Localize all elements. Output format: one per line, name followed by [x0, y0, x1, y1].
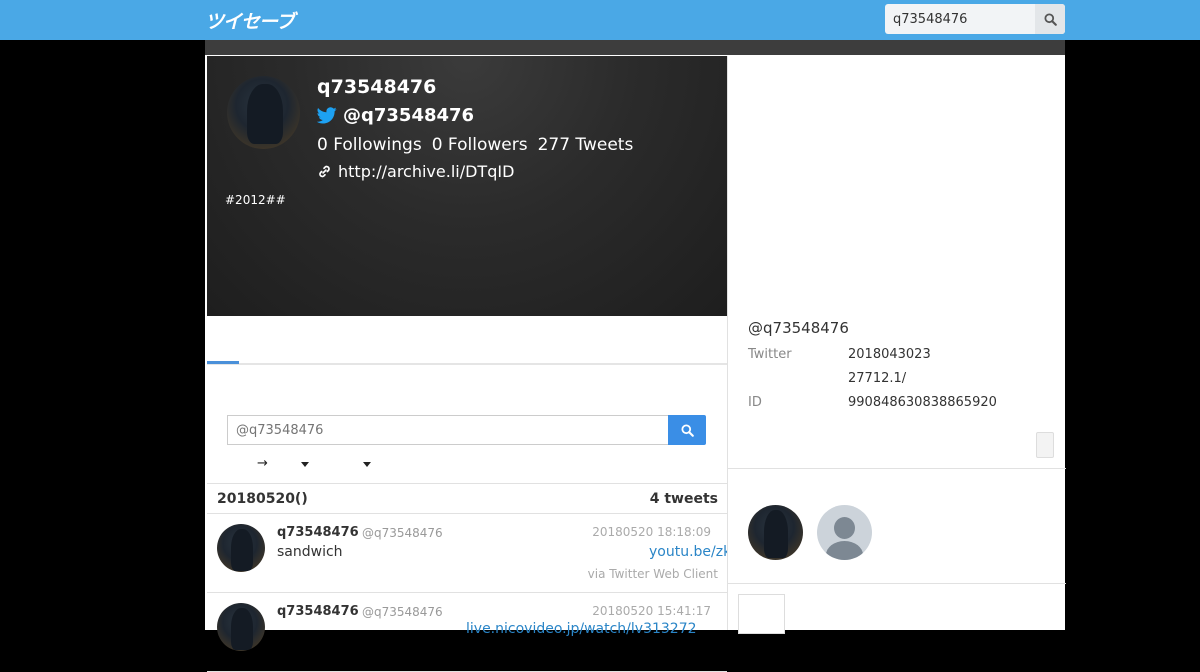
profile-link-row[interactable]: http://archive.li/DTqID: [317, 162, 514, 181]
tweet-author-name[interactable]: q73548476: [277, 604, 359, 619]
tweets-count[interactable]: 277 Tweets: [538, 135, 634, 155]
tweet-timestamp[interactable]: 20180520 18:18:09: [592, 525, 711, 539]
header-search-button[interactable]: [1035, 4, 1065, 34]
sidebar-value-registered: 2018043023: [848, 347, 931, 362]
default-user-avatar[interactable]: [817, 505, 872, 560]
profile-handle-row[interactable]: @q73548476: [317, 105, 474, 126]
profile-name: q73548476: [317, 76, 437, 98]
sidebar-divider: [728, 583, 1066, 584]
timeline-controls: →: [257, 456, 457, 472]
tweet-item[interactable]: q73548476 @q73548476 20180520 18:18:09 s…: [207, 514, 727, 593]
twitter-bird-icon: [317, 107, 337, 124]
timeline-search-button[interactable]: [668, 415, 706, 445]
profile-link: http://archive.li/DTqID: [338, 162, 515, 181]
search-icon: [680, 423, 694, 437]
caret-down-icon[interactable]: [301, 462, 309, 467]
sidebar-label-id: ID: [748, 395, 762, 410]
tweet-link[interactable]: youtu.be/zk: [649, 544, 727, 560]
sort-arrow-button[interactable]: →: [257, 456, 268, 471]
sidebar-small-button[interactable]: [1036, 432, 1054, 458]
sidebar-handle: @q73548476: [748, 319, 849, 337]
tweet-avatar[interactable]: [217, 603, 265, 651]
caret-down-icon[interactable]: [363, 462, 371, 467]
tweet-item[interactable]: q73548476 @q73548476 20180520 15:41:17 l…: [207, 593, 727, 672]
tweet-avatar[interactable]: [217, 524, 265, 572]
profile-sidebar: @q73548476 Twitter 2018043023 27712.1/ I…: [727, 56, 1066, 634]
day-tweet-count: 4 tweets: [649, 491, 718, 507]
profile-handle: @q73548476: [343, 105, 475, 126]
nav-bar: [205, 40, 1065, 55]
header-search-input[interactable]: [885, 4, 1035, 34]
search-icon: [1043, 12, 1057, 26]
related-user-avatar[interactable]: [748, 505, 803, 560]
day-title: 20180520(): [217, 491, 308, 507]
sidebar-value-ratio: 27712.1/: [848, 371, 907, 386]
followings-count[interactable]: 0 Followings: [317, 135, 422, 155]
sidebar-divider: [728, 468, 1066, 469]
tweet-timestamp[interactable]: 20180520 15:41:17: [592, 604, 711, 618]
profile-avatar[interactable]: [227, 76, 300, 149]
tweet-author-name[interactable]: q73548476: [277, 525, 359, 540]
tweet-via: via Twitter Web Client: [587, 567, 718, 581]
timeline-search: [227, 415, 706, 445]
top-bar: ツイセーブ: [0, 0, 1200, 40]
followers-count[interactable]: 0 Followers: [432, 135, 528, 155]
sidebar-widget-box[interactable]: [738, 594, 785, 634]
timeline-search-input[interactable]: [227, 415, 669, 445]
tweet-author-handle: @q73548476: [362, 605, 443, 619]
tweet-text: sandwich: [277, 544, 343, 560]
sidebar-value-id: 990848630838865920: [848, 395, 997, 410]
tweet-author-handle: @q73548476: [362, 526, 443, 540]
profile-header: q73548476 @q73548476 0 Followings 0 Foll…: [207, 56, 727, 316]
site-logo[interactable]: ツイセーブ: [205, 7, 295, 34]
profile-stats: 0 Followings 0 Followers 277 Tweets: [317, 135, 633, 155]
sidebar-label-twitter: Twitter: [748, 347, 792, 362]
link-icon: [319, 165, 330, 178]
main-panel: q73548476 @q73548476 0 Followings 0 Foll…: [205, 55, 1066, 672]
tab-active-indicator[interactable]: [207, 361, 239, 364]
tab-bar: [207, 363, 727, 365]
profile-bio: #2012##: [225, 193, 286, 207]
header-search: [885, 4, 1065, 34]
tweet-link[interactable]: live.nicovideo.jp/watch/lv313272: [466, 621, 697, 637]
day-header: 20180520() 4 tweets: [207, 483, 727, 514]
